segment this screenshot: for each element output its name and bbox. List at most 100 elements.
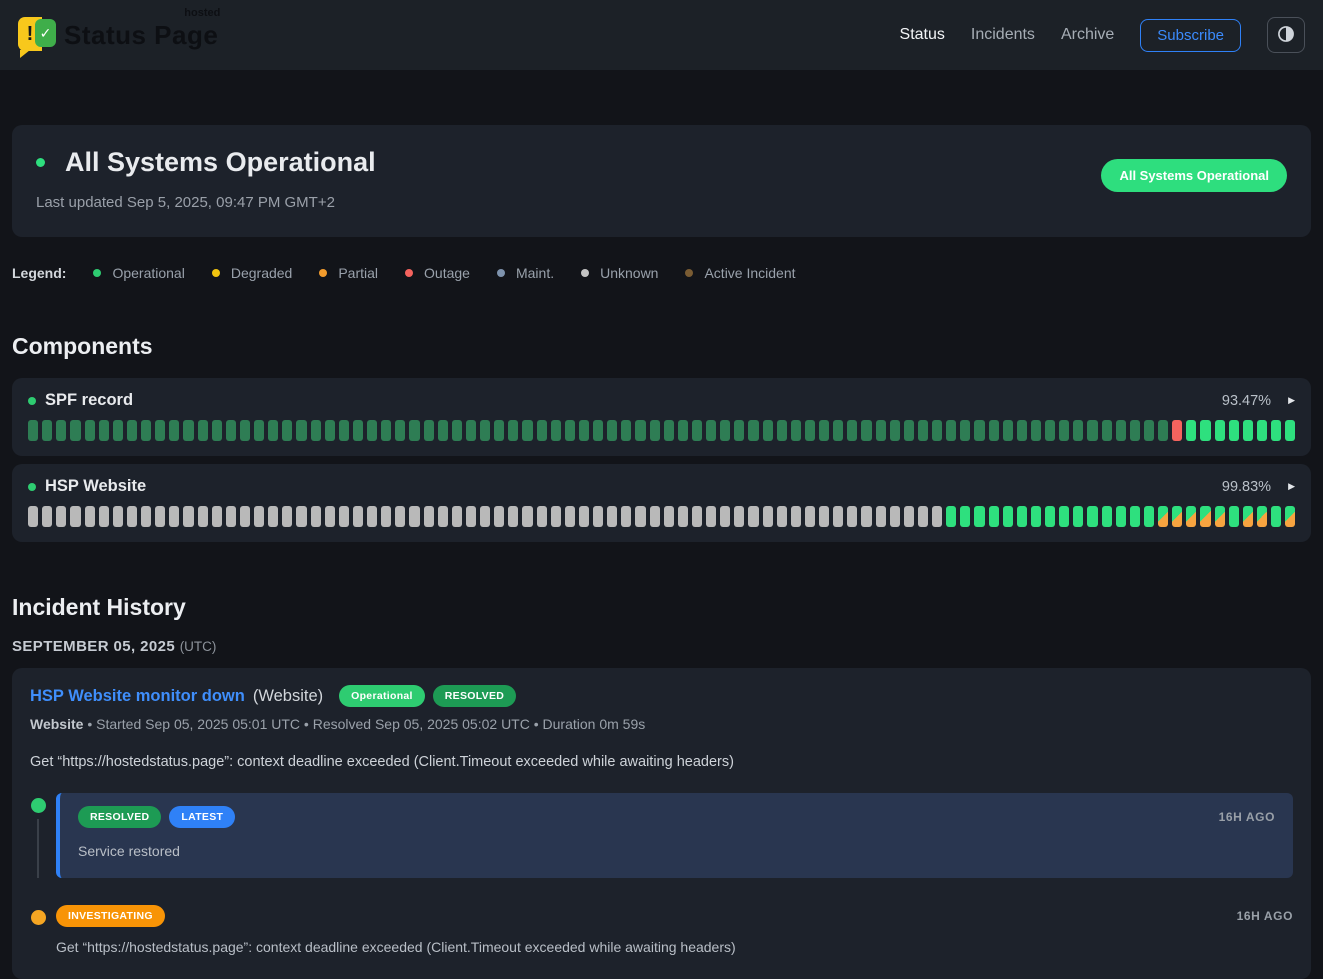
update-badges: RESOLVED LATEST: [78, 806, 235, 828]
legend-dot: [685, 269, 693, 277]
uptime-bar: [650, 506, 660, 527]
uptime-bar: [551, 506, 561, 527]
uptime-bar: [1271, 420, 1281, 441]
uptime-bar: [1243, 420, 1253, 441]
incident-history-heading: Incident History: [12, 594, 1311, 621]
chevron-right-icon[interactable]: ▶: [1288, 481, 1295, 492]
uptime-bar: [692, 506, 702, 527]
incident-title-link[interactable]: HSP Website monitor down: [30, 687, 245, 706]
uptime-bars: [28, 420, 1295, 441]
uptime-bar: [141, 420, 151, 441]
update-body: INVESTIGATING 16H AGO Get “https://hoste…: [56, 905, 1293, 955]
uptime-bar: [155, 420, 165, 441]
uptime-bar: [678, 420, 688, 441]
uptime-bar: [339, 420, 349, 441]
timeline-node-dot: [31, 798, 46, 813]
uptime-bar: [763, 420, 773, 441]
component-header: HSP Website 99.83% ▶: [28, 477, 1295, 496]
uptime-bar: [918, 420, 928, 441]
timeline-line: [37, 819, 39, 878]
status-dot: [36, 158, 45, 167]
uptime-bar: [353, 506, 363, 527]
uptime-bar: [960, 506, 970, 527]
uptime-bar: [861, 420, 871, 441]
uptime-bar: [127, 506, 137, 527]
status-page-icon: ! ✓: [18, 15, 56, 55]
uptime-bar: [226, 506, 236, 527]
nav-archive[interactable]: Archive: [1061, 26, 1114, 44]
uptime-bar: [240, 506, 250, 527]
uptime-bar: [960, 420, 970, 441]
uptime-bar: [381, 420, 391, 441]
update-message: Service restored: [78, 843, 1275, 859]
uptime-bar: [1144, 506, 1154, 527]
uptime-bar: [734, 506, 744, 527]
uptime-bar: [1285, 420, 1295, 441]
incident-date: SEPTEMBER 05, 2025: [12, 638, 175, 655]
update-timestamp: 16H AGO: [1219, 810, 1275, 824]
uptime-bar: [169, 420, 179, 441]
uptime-bar: [395, 420, 405, 441]
incident-badges: Operational RESOLVED: [339, 685, 516, 707]
subscribe-button[interactable]: Subscribe: [1140, 19, 1241, 52]
uptime-bar: [325, 420, 335, 441]
legend-item: Outage: [405, 265, 470, 281]
uptime-bar: [720, 506, 730, 527]
uptime-bar: [409, 420, 419, 441]
uptime-bar: [621, 506, 631, 527]
page-content: All Systems Operational Last updated Sep…: [0, 125, 1323, 979]
component-card[interactable]: SPF record 93.47% ▶: [12, 378, 1311, 456]
component-status-dot: [28, 483, 36, 491]
nav-status[interactable]: Status: [900, 26, 945, 44]
update-message: Get “https://hostedstatus.page”: context…: [56, 939, 1293, 955]
update-timestamp: 16H AGO: [1237, 909, 1293, 923]
uptime-bar: [1031, 506, 1041, 527]
contrast-icon: [1276, 24, 1296, 47]
latest-badge: LATEST: [169, 806, 235, 828]
uptime-bar: [254, 506, 264, 527]
uptime-bar: [1102, 420, 1112, 441]
uptime-bar: [1172, 506, 1182, 527]
component-name: HSP Website: [45, 477, 146, 496]
uptime-bar: [1130, 506, 1140, 527]
uptime-bar: [268, 506, 278, 527]
uptime-bar: [1059, 506, 1069, 527]
uptime-bar: [56, 420, 66, 441]
uptime-bar: [565, 420, 575, 441]
uptime-bar: [847, 420, 857, 441]
uptime-bar: [650, 420, 660, 441]
uptime-bar: [946, 420, 956, 441]
legend-dot: [93, 269, 101, 277]
uptime-bar: [42, 420, 52, 441]
uptime-bar: [1271, 506, 1281, 527]
component-card[interactable]: HSP Website 99.83% ▶: [12, 464, 1311, 542]
uptime-bar: [480, 506, 490, 527]
uptime-bar: [1186, 506, 1196, 527]
uptime-bar: [1130, 420, 1140, 441]
incident-badge: Operational: [339, 685, 425, 707]
uptime-bar: [1017, 506, 1027, 527]
uptime-bar: [198, 506, 208, 527]
theme-toggle-button[interactable]: [1267, 17, 1305, 53]
uptime-bar: [212, 506, 222, 527]
brand-logo[interactable]: ! ✓ Status Page hosted: [18, 15, 218, 55]
components-list: SPF record 93.47% ▶ HSP Website 99.83% ▶: [12, 378, 1311, 542]
chevron-right-icon[interactable]: ▶: [1288, 395, 1295, 406]
uptime-bar: [1144, 420, 1154, 441]
uptime-bar: [932, 420, 942, 441]
timeline-update: INVESTIGATING 16H AGO Get “https://hoste…: [30, 905, 1293, 955]
uptime-bar: [989, 420, 999, 441]
uptime-bar: [508, 506, 518, 527]
uptime-bar: [113, 506, 123, 527]
uptime-bar: [1116, 420, 1126, 441]
uptime-bar: [946, 506, 956, 527]
last-updated-text: Last updated Sep 5, 2025, 09:47 PM GMT+2: [36, 194, 376, 211]
uptime-bar: [395, 506, 405, 527]
uptime-bar: [452, 506, 462, 527]
nav-incidents[interactable]: Incidents: [971, 26, 1035, 44]
header-right: Status Incidents Archive Subscribe: [900, 17, 1305, 53]
incident-badge: RESOLVED: [433, 685, 516, 707]
uptime-bar: [353, 420, 363, 441]
legend-label: Legend:: [12, 265, 66, 281]
uptime-bar: [1059, 420, 1069, 441]
